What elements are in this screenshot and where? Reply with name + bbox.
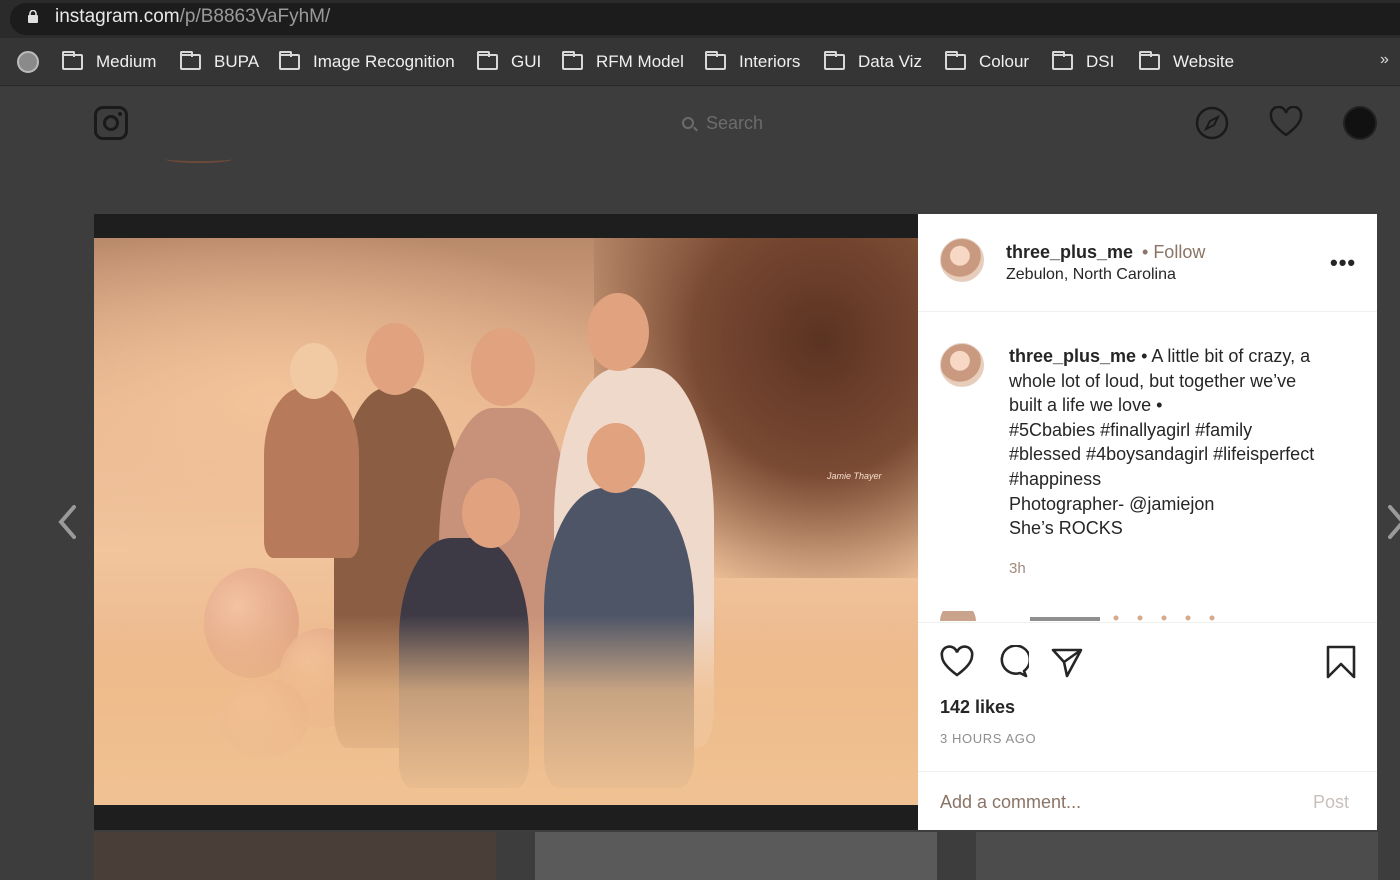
post-timestamp[interactable]: 3 HOURS AGO [940, 731, 1036, 746]
mother-head [471, 328, 535, 406]
author-username[interactable]: three_plus_me [1006, 242, 1133, 263]
share-icon[interactable] [1050, 645, 1084, 679]
bookmark-gui[interactable]: GUI [477, 50, 541, 74]
bookmark-interiors[interactable]: Interiors [705, 50, 800, 74]
next-arrow-icon[interactable] [1386, 503, 1400, 541]
next-comment-preview [940, 611, 1215, 621]
father-head [366, 323, 424, 395]
bookmark-website[interactable]: Website [1139, 50, 1234, 74]
folder-icon [945, 51, 966, 70]
hashtags[interactable]: #happiness [1009, 467, 1367, 492]
bookmarks-overflow-button[interactable]: » [1380, 51, 1389, 69]
previous-arrow-icon[interactable] [56, 503, 78, 541]
caption-username[interactable]: three_plus_me [1009, 346, 1136, 366]
apps-icon[interactable] [17, 51, 39, 73]
folder-icon [1052, 51, 1073, 70]
photographer-mention[interactable]: Photographer- @jamiejon [1009, 492, 1367, 517]
post-location[interactable]: Zebulon, North Carolina [1006, 266, 1176, 284]
related-thumbnail[interactable] [976, 832, 1378, 880]
like-heart-icon[interactable] [940, 645, 974, 679]
profile-avatar[interactable] [1343, 106, 1377, 140]
folder-icon [62, 51, 83, 70]
post-caption: three_plus_me • A little bit of crazy, a… [1009, 344, 1367, 541]
bookmark-data-viz[interactable]: Data Viz [824, 50, 922, 74]
grass-field [94, 615, 918, 805]
lock-icon [28, 10, 38, 23]
folder-icon [180, 51, 201, 70]
post-detail-panel: three_plus_me • Follow Zebulon, North Ca… [918, 214, 1377, 830]
hashtags[interactable]: #5Cbabies #finallyagirl #family [1009, 418, 1367, 443]
boy-striped-head [462, 478, 520, 548]
follow-link[interactable]: • Follow [1142, 242, 1205, 263]
caption-timestamp[interactable]: 3h [1009, 560, 1026, 577]
instagram-logo-icon[interactable] [94, 106, 128, 140]
search-icon [682, 117, 694, 129]
bookmark-medium[interactable]: Medium [62, 50, 156, 74]
bookmark-dsi[interactable]: DSI [1052, 50, 1114, 74]
post-comment-button[interactable]: Post [1313, 792, 1349, 813]
more-options-button[interactable]: ••• [1330, 250, 1356, 276]
folder-icon [562, 51, 583, 70]
story-ring-fragment [165, 155, 233, 163]
bookmark-image-recognition[interactable]: Image Recognition [279, 50, 455, 74]
bookmark-colour[interactable]: Colour [945, 50, 1029, 74]
bookmark-icon[interactable] [1324, 645, 1358, 679]
bookmark-bupa[interactable]: BUPA [180, 50, 259, 74]
post-actions: 142 likes 3 HOURS AGO Post [918, 622, 1377, 830]
post-header: three_plus_me • Follow Zebulon, North Ca… [918, 214, 1377, 312]
toddler-head [290, 343, 338, 399]
likes-count[interactable]: 142 likes [940, 697, 1015, 718]
toddler-figure [264, 388, 359, 558]
hashtags[interactable]: #blessed #4boysandagirl #lifeisperfect [1009, 442, 1367, 467]
folder-icon [1139, 51, 1160, 70]
teen-head [587, 293, 649, 371]
related-thumbnail[interactable] [94, 832, 496, 880]
search-box[interactable]: Search [682, 110, 763, 136]
url-text[interactable]: instagram.com/p/B8863VaFyhM/ [55, 6, 330, 28]
related-thumbnail[interactable] [535, 832, 937, 880]
folder-icon [824, 51, 845, 70]
heart-icon[interactable] [1269, 106, 1303, 140]
comment-form: Post [918, 771, 1377, 831]
caption-author-avatar[interactable] [940, 343, 984, 387]
folder-icon [279, 51, 300, 70]
bookmark-rfm-model[interactable]: RFM Model [562, 50, 684, 74]
folder-icon [477, 51, 498, 70]
author-avatar[interactable] [940, 238, 984, 282]
photo-watermark: Jamie Thayer [827, 471, 882, 481]
post-photo[interactable]: Jamie Thayer [94, 238, 918, 805]
folder-icon [705, 51, 726, 70]
comment-icon[interactable] [995, 645, 1029, 679]
compass-icon[interactable] [1195, 106, 1229, 140]
boy-vest-head [587, 423, 645, 493]
comment-input[interactable] [940, 792, 1280, 813]
